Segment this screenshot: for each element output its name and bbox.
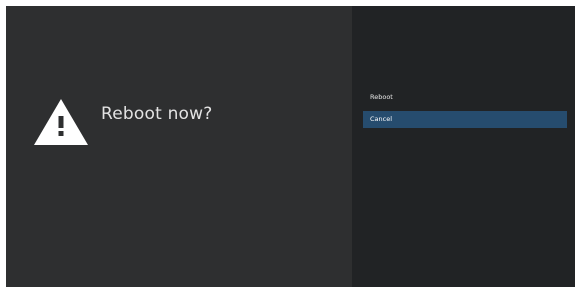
action-pane: Reboot Cancel [352, 6, 575, 287]
dialog-title: Reboot now? [101, 104, 213, 124]
warning-icon [34, 99, 88, 145]
cancel-button[interactable]: Cancel [363, 111, 567, 128]
dialog-content-pane: Reboot now? [6, 6, 352, 287]
action-list: Reboot Cancel [363, 89, 567, 133]
reboot-button[interactable]: Reboot [363, 89, 567, 106]
reboot-dialog-screen: Reboot now? Reboot Cancel [6, 6, 575, 287]
